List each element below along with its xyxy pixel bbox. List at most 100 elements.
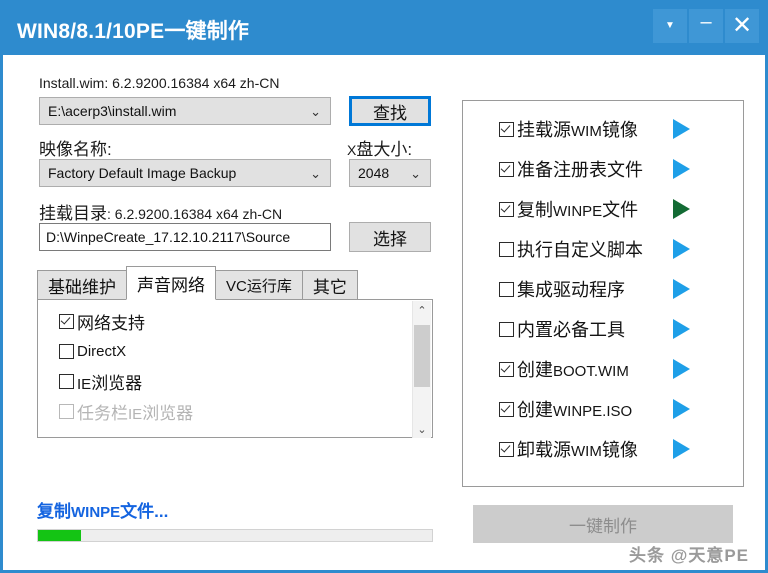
window-title: WIN8/8.1/10PE一键制作 [17, 20, 250, 43]
list-item-directx[interactable]: DirectX [59, 340, 126, 362]
title-bar: WIN8/8.1/10PE一键制作 ▼ – ✕ [3, 3, 765, 55]
checkbox-icon[interactable] [59, 343, 74, 359]
select-directory-button[interactable]: 选择 [349, 222, 431, 252]
list-item-network-support[interactable]: 网络支持 [59, 310, 145, 333]
install-wim-label-name: Install.wim: [39, 75, 109, 91]
checkbox-icon[interactable] [59, 313, 74, 329]
checkbox-icon[interactable] [499, 241, 514, 257]
play-arrow-icon[interactable] [673, 279, 690, 299]
checkbox-icon[interactable] [499, 361, 514, 377]
one-click-make-button[interactable]: 一键制作 [473, 505, 733, 543]
mount-dir-label-info: : 6.2.9200.16384 x64 zh-CN [107, 206, 283, 222]
progress-bar-fill [38, 530, 82, 541]
step-create-boot-wim[interactable]: 创建BOOT.WIM [499, 356, 690, 382]
play-arrow-icon[interactable] [673, 119, 690, 139]
scroll-down-arrow-icon[interactable]: ⌄ [413, 420, 431, 438]
checkbox-icon[interactable] [499, 121, 514, 137]
step-label: 创建BOOT.WIM [517, 360, 629, 380]
play-arrow-icon[interactable] [673, 199, 690, 219]
checkbox-icon[interactable] [59, 373, 74, 389]
tab-label: VC运行库 [226, 277, 292, 295]
image-name-label: 映像名称: [39, 135, 112, 160]
checkbox-icon[interactable] [499, 441, 514, 457]
tab-audio-network[interactable]: 声音网络 [126, 266, 216, 300]
checkbox-icon[interactable] [499, 321, 514, 337]
install-wim-path-combo[interactable]: E:\acerp3\install.wim ⌄ [39, 97, 331, 125]
minimize-button[interactable]: – [689, 9, 723, 43]
mount-dir-input[interactable]: D:\WinpeCreate_17.12.10.2117\Source [39, 223, 331, 251]
step-label: 准备注册表文件 [517, 160, 643, 180]
play-arrow-icon[interactable] [673, 399, 690, 419]
step-create-winpe-iso[interactable]: 创建WINPE.ISO [499, 396, 690, 422]
component-checklist: 网络支持 DirectX IE浏览器 任务栏IE浏览器 [39, 301, 415, 438]
step-copy-winpe-files[interactable]: 复制WINPE文件 [499, 196, 690, 222]
tab-label: 基础维护 [48, 277, 116, 297]
step-run-custom-script[interactable]: 执行自定义脚本 [499, 236, 690, 262]
install-wim-label-info: 6.2.9200.16384 x64 zh-CN [108, 75, 280, 91]
checklist-scrollbar[interactable]: ⌃ ⌄ [412, 301, 431, 438]
list-item-label: 网络支持 [77, 313, 145, 333]
list-item-ie-browser[interactable]: IE浏览器 [59, 370, 143, 393]
step-label: 复制WINPE文件 [517, 200, 639, 220]
tab-basic-maintenance[interactable]: 基础维护 [37, 270, 127, 300]
scrollbar-thumb[interactable] [414, 325, 430, 387]
mount-dir-label-cn: 挂载目录 [39, 204, 107, 223]
play-arrow-icon[interactable] [673, 319, 690, 339]
chevron-down-icon: ⌄ [310, 166, 321, 181]
checkbox-icon[interactable] [499, 161, 514, 177]
step-label: 内置必备工具 [517, 320, 625, 340]
tab-strip: 基础维护 声音网络 VC运行库 其它 [37, 266, 433, 300]
status-text: 复制WINPE文件... [37, 497, 168, 522]
chevron-down-icon: ⌄ [410, 166, 421, 181]
progress-bar [37, 529, 433, 542]
chevron-down-icon: ▼ [665, 20, 675, 31]
list-item-label: DirectX [77, 343, 127, 360]
install-wim-path-value: E:\acerp3\install.wim [48, 103, 177, 119]
image-name-label-text: 映像名称: [39, 140, 112, 159]
tab-vc-runtime[interactable]: VC运行库 [215, 270, 303, 300]
play-arrow-icon[interactable] [673, 359, 690, 379]
tab-page-top-border [37, 299, 433, 300]
tab-page: 网络支持 DirectX IE浏览器 任务栏IE浏览器 ⌃ ⌄ [37, 299, 433, 438]
scroll-up-arrow-icon[interactable]: ⌃ [413, 301, 431, 319]
list-item-label: IE浏览器 [77, 373, 143, 393]
find-button[interactable]: 查找 [349, 96, 431, 126]
list-item-taskbar-ie-browser[interactable]: 任务栏IE浏览器 [59, 400, 194, 423]
status-text-en: WINPE [71, 504, 121, 521]
application-window: WIN8/8.1/10PE一键制作 ▼ – ✕ Install.wim: 6.2… [0, 0, 768, 573]
xdisk-size-label: X盘大小: [347, 135, 412, 160]
step-label: 集成驱动程序 [517, 280, 625, 300]
chevron-down-icon: ⌄ [310, 104, 321, 119]
mount-dir-label: 挂载目录: 6.2.9200.16384 x64 zh-CN [39, 199, 282, 224]
checkbox-icon[interactable] [499, 201, 514, 217]
checkbox-icon[interactable] [499, 281, 514, 297]
watermark: 头条 @天意PE [629, 546, 749, 565]
step-prepare-registry-files[interactable]: 准备注册表文件 [499, 156, 690, 182]
step-integrate-drivers[interactable]: 集成驱动程序 [499, 276, 690, 302]
checkbox-icon[interactable] [499, 401, 514, 417]
play-arrow-icon[interactable] [673, 159, 690, 179]
close-button[interactable]: ✕ [725, 9, 759, 43]
tab-label: 声音网络 [137, 275, 205, 295]
mount-dir-value: D:\WinpeCreate_17.12.10.2117\Source [46, 229, 291, 245]
status-text-cn: 复制 [37, 502, 71, 521]
left-pane: Install.wim: 6.2.9200.16384 x64 zh-CN E:… [3, 55, 458, 573]
status-text-cn2: 文件... [120, 502, 169, 521]
step-unmount-source-wim[interactable]: 卸载源WIM镜像 [499, 436, 690, 462]
step-label: 挂载源WIM镜像 [517, 120, 638, 140]
step-label: 卸载源WIM镜像 [517, 440, 638, 460]
image-name-combo[interactable]: Factory Default Image Backup ⌄ [39, 159, 331, 187]
play-arrow-icon[interactable] [673, 439, 690, 459]
tab-other[interactable]: 其它 [301, 270, 358, 300]
steps-panel: 挂载源WIM镜像 准备注册表文件 复制WINPE文件 执行自定义脚本 集成驱动程… [462, 100, 744, 487]
xdisk-size-combo[interactable]: 2048 ⌄ [349, 159, 431, 187]
minimize-icon: – [700, 11, 712, 33]
step-builtin-tools[interactable]: 内置必备工具 [499, 316, 690, 342]
checkbox-icon[interactable] [59, 403, 74, 419]
image-name-value: Factory Default Image Backup [48, 165, 237, 181]
play-arrow-icon[interactable] [673, 239, 690, 259]
titlebar-dropdown-button[interactable]: ▼ [653, 9, 687, 43]
step-mount-source-wim[interactable]: 挂载源WIM镜像 [499, 116, 690, 142]
install-wim-label: Install.wim: 6.2.9200.16384 x64 zh-CN [39, 75, 279, 92]
list-item-label: 任务栏IE浏览器 [77, 403, 194, 423]
